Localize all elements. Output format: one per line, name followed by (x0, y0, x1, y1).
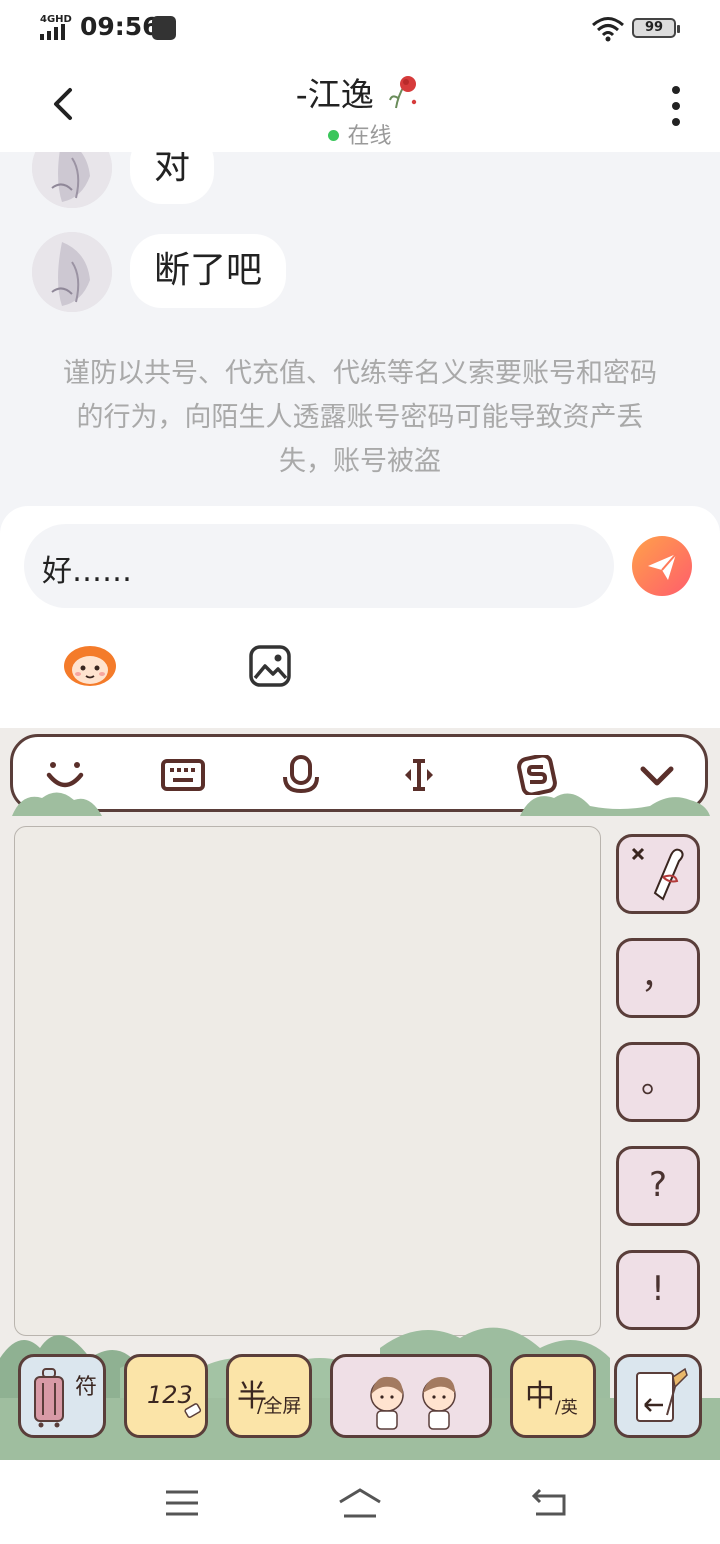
avatar-illustration (32, 232, 112, 312)
chat-header: -江逸 在线 (0, 56, 720, 152)
message-input-text: 好…… (42, 554, 132, 589)
message-notification-icon (152, 16, 176, 40)
input-panel: 好…… (0, 506, 720, 728)
period-key[interactable]: 。 (616, 1042, 700, 1122)
contact-name[interactable]: -江逸 (0, 68, 720, 116)
avatar[interactable] (32, 152, 112, 208)
kids-illustration-icon (370, 1376, 456, 1430)
paper-plane-icon (648, 553, 677, 580)
half-full-sub-label: /全屏 (257, 1395, 302, 1417)
security-notice: 谨防以共号、代充值、代练等名义索要账号和密码的行为，向陌生人透露账号密码可能导致… (63, 358, 657, 477)
note-pencil-enter-icon (636, 1367, 688, 1422)
wifi-icon (592, 17, 624, 42)
online-status-text: 在线 (347, 124, 392, 149)
battery-indicator: 99 (632, 18, 680, 38)
message-bubble[interactable]: 断了吧 (130, 234, 287, 308)
symbol-key-label: 符 (75, 1375, 98, 1400)
more-options-icon[interactable] (664, 84, 688, 128)
avatar-illustration (32, 152, 112, 208)
cursor-move-icon[interactable] (397, 755, 441, 795)
system-nav-bar (0, 1460, 720, 1544)
language-main-label: 中 (525, 1379, 555, 1414)
signal-icon (40, 24, 65, 40)
status-bar: 4GHD 09:56 99 (0, 0, 720, 56)
keyboard-icon[interactable] (161, 755, 205, 795)
emoji-sticker-icon[interactable] (62, 640, 118, 688)
avatar[interactable] (32, 232, 112, 312)
eraser-icon (184, 1403, 202, 1418)
send-button[interactable] (632, 536, 692, 596)
home-icon[interactable] (336, 1486, 384, 1520)
rose-icon (389, 76, 417, 109)
symbol-key[interactable]: 符 (18, 1354, 106, 1438)
menu-icon[interactable] (162, 1486, 202, 1520)
clear-key[interactable] (616, 834, 700, 914)
question-key[interactable]: ? (616, 1146, 700, 1226)
handwriting-area[interactable] (14, 826, 601, 1336)
message-list[interactable]: 对 断了吧 谨防以共号、代充值、代练等名义索要账号和密码的行为，向陌生人透露账号… (0, 152, 720, 512)
microphone-icon[interactable] (279, 755, 323, 795)
language-sub-label: /英 (555, 1398, 578, 1418)
half-full-width-key[interactable]: 半 /全屏 (226, 1354, 312, 1438)
back-nav-icon[interactable] (530, 1486, 570, 1520)
numeric-key[interactable]: 123 (124, 1354, 208, 1438)
keyboard: ， 。 ? ! 符 123 半 /全屏 中 /英 (0, 728, 720, 1460)
toolbar-bush-decoration (12, 792, 102, 816)
toolbar-bush-decoration (520, 793, 710, 816)
suitcase-icon (34, 1368, 64, 1428)
language-switch-key[interactable]: 中 /英 (510, 1354, 596, 1438)
space-key[interactable] (330, 1354, 492, 1438)
comma-key[interactable]: ， (616, 938, 700, 1018)
contact-name-text: -江逸 (295, 75, 374, 114)
image-picker-icon[interactable] (248, 644, 292, 688)
enter-key[interactable] (614, 1354, 702, 1438)
online-status: 在线 (0, 118, 720, 150)
scroll-clear-icon (631, 847, 684, 901)
message-input[interactable]: 好…… (24, 524, 614, 608)
clock: 09:56 (80, 12, 160, 41)
message-bubble[interactable]: 对 (130, 152, 215, 204)
online-dot-icon (328, 130, 340, 141)
